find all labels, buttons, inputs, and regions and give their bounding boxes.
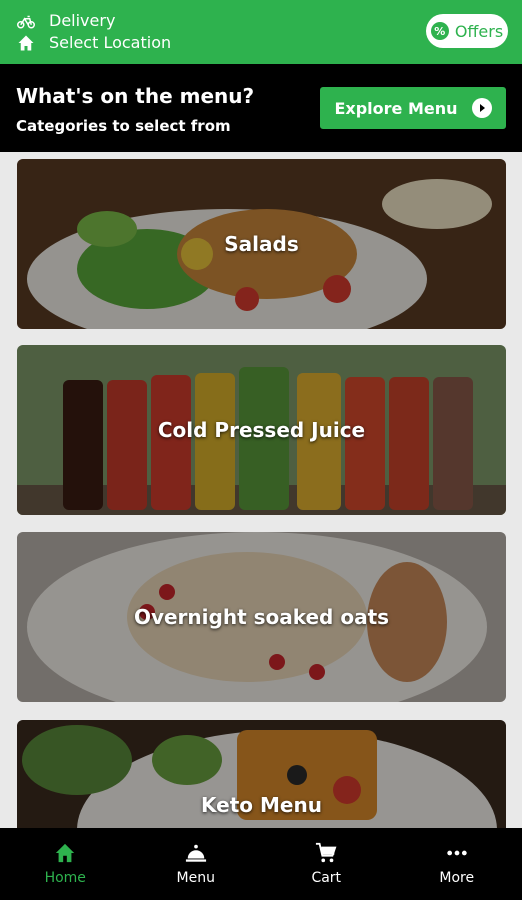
category-label: Keto Menu — [201, 793, 322, 817]
category-label: Salads — [224, 232, 299, 256]
nav-menu[interactable]: Menu — [131, 828, 262, 900]
delivery-mode[interactable]: Delivery — [17, 11, 115, 30]
cloche-icon — [185, 844, 206, 862]
menu-title: What's on the menu? — [16, 84, 255, 108]
category-label: Overnight soaked oats — [133, 605, 390, 629]
discount-icon: % — [430, 22, 449, 40]
nav-menu-label: Menu — [176, 870, 215, 886]
category-card-oats[interactable]: Overnight soaked oats — [17, 532, 506, 702]
offers-button[interactable]: % Offers — [426, 14, 508, 48]
nav-more[interactable]: More — [392, 828, 522, 900]
offers-label: Offers — [454, 21, 504, 41]
location-label: Select Location — [49, 33, 172, 52]
menu-header: What's on the menu? Categories to select… — [0, 64, 522, 152]
bottom-navigation: Home Menu Cart More — [0, 828, 522, 900]
delivery-label: Delivery — [49, 11, 116, 30]
home-location-icon — [18, 35, 34, 50]
arrow-right-icon — [471, 98, 492, 118]
category-card-salads[interactable]: Salads — [17, 159, 506, 329]
nav-home-label: Home — [44, 870, 86, 886]
home-icon — [56, 843, 75, 863]
nav-more-label: More — [439, 870, 475, 886]
category-list: Salads Cold Pressed Juice Overnight soak… — [0, 152, 522, 828]
category-card-keto[interactable]: Keto Menu — [17, 720, 506, 828]
category-label: Cold Pressed Juice — [157, 418, 366, 442]
nav-cart-label: Cart — [311, 870, 342, 886]
explore-menu-label: Explore Menu — [334, 98, 458, 118]
bicycle-icon — [17, 15, 35, 28]
cart-icon — [316, 842, 337, 863]
explore-menu-button[interactable]: Explore Menu — [320, 87, 506, 129]
menu-subtitle: Categories to select from — [16, 117, 231, 135]
nav-home[interactable]: Home — [0, 828, 131, 900]
category-card-juice[interactable]: Cold Pressed Juice — [17, 345, 506, 515]
select-location[interactable]: Select Location — [17, 33, 171, 52]
nav-cart[interactable]: Cart — [261, 828, 392, 900]
top-bar: Delivery Select Location % Offers — [0, 0, 522, 64]
more-dots-icon — [447, 850, 467, 856]
